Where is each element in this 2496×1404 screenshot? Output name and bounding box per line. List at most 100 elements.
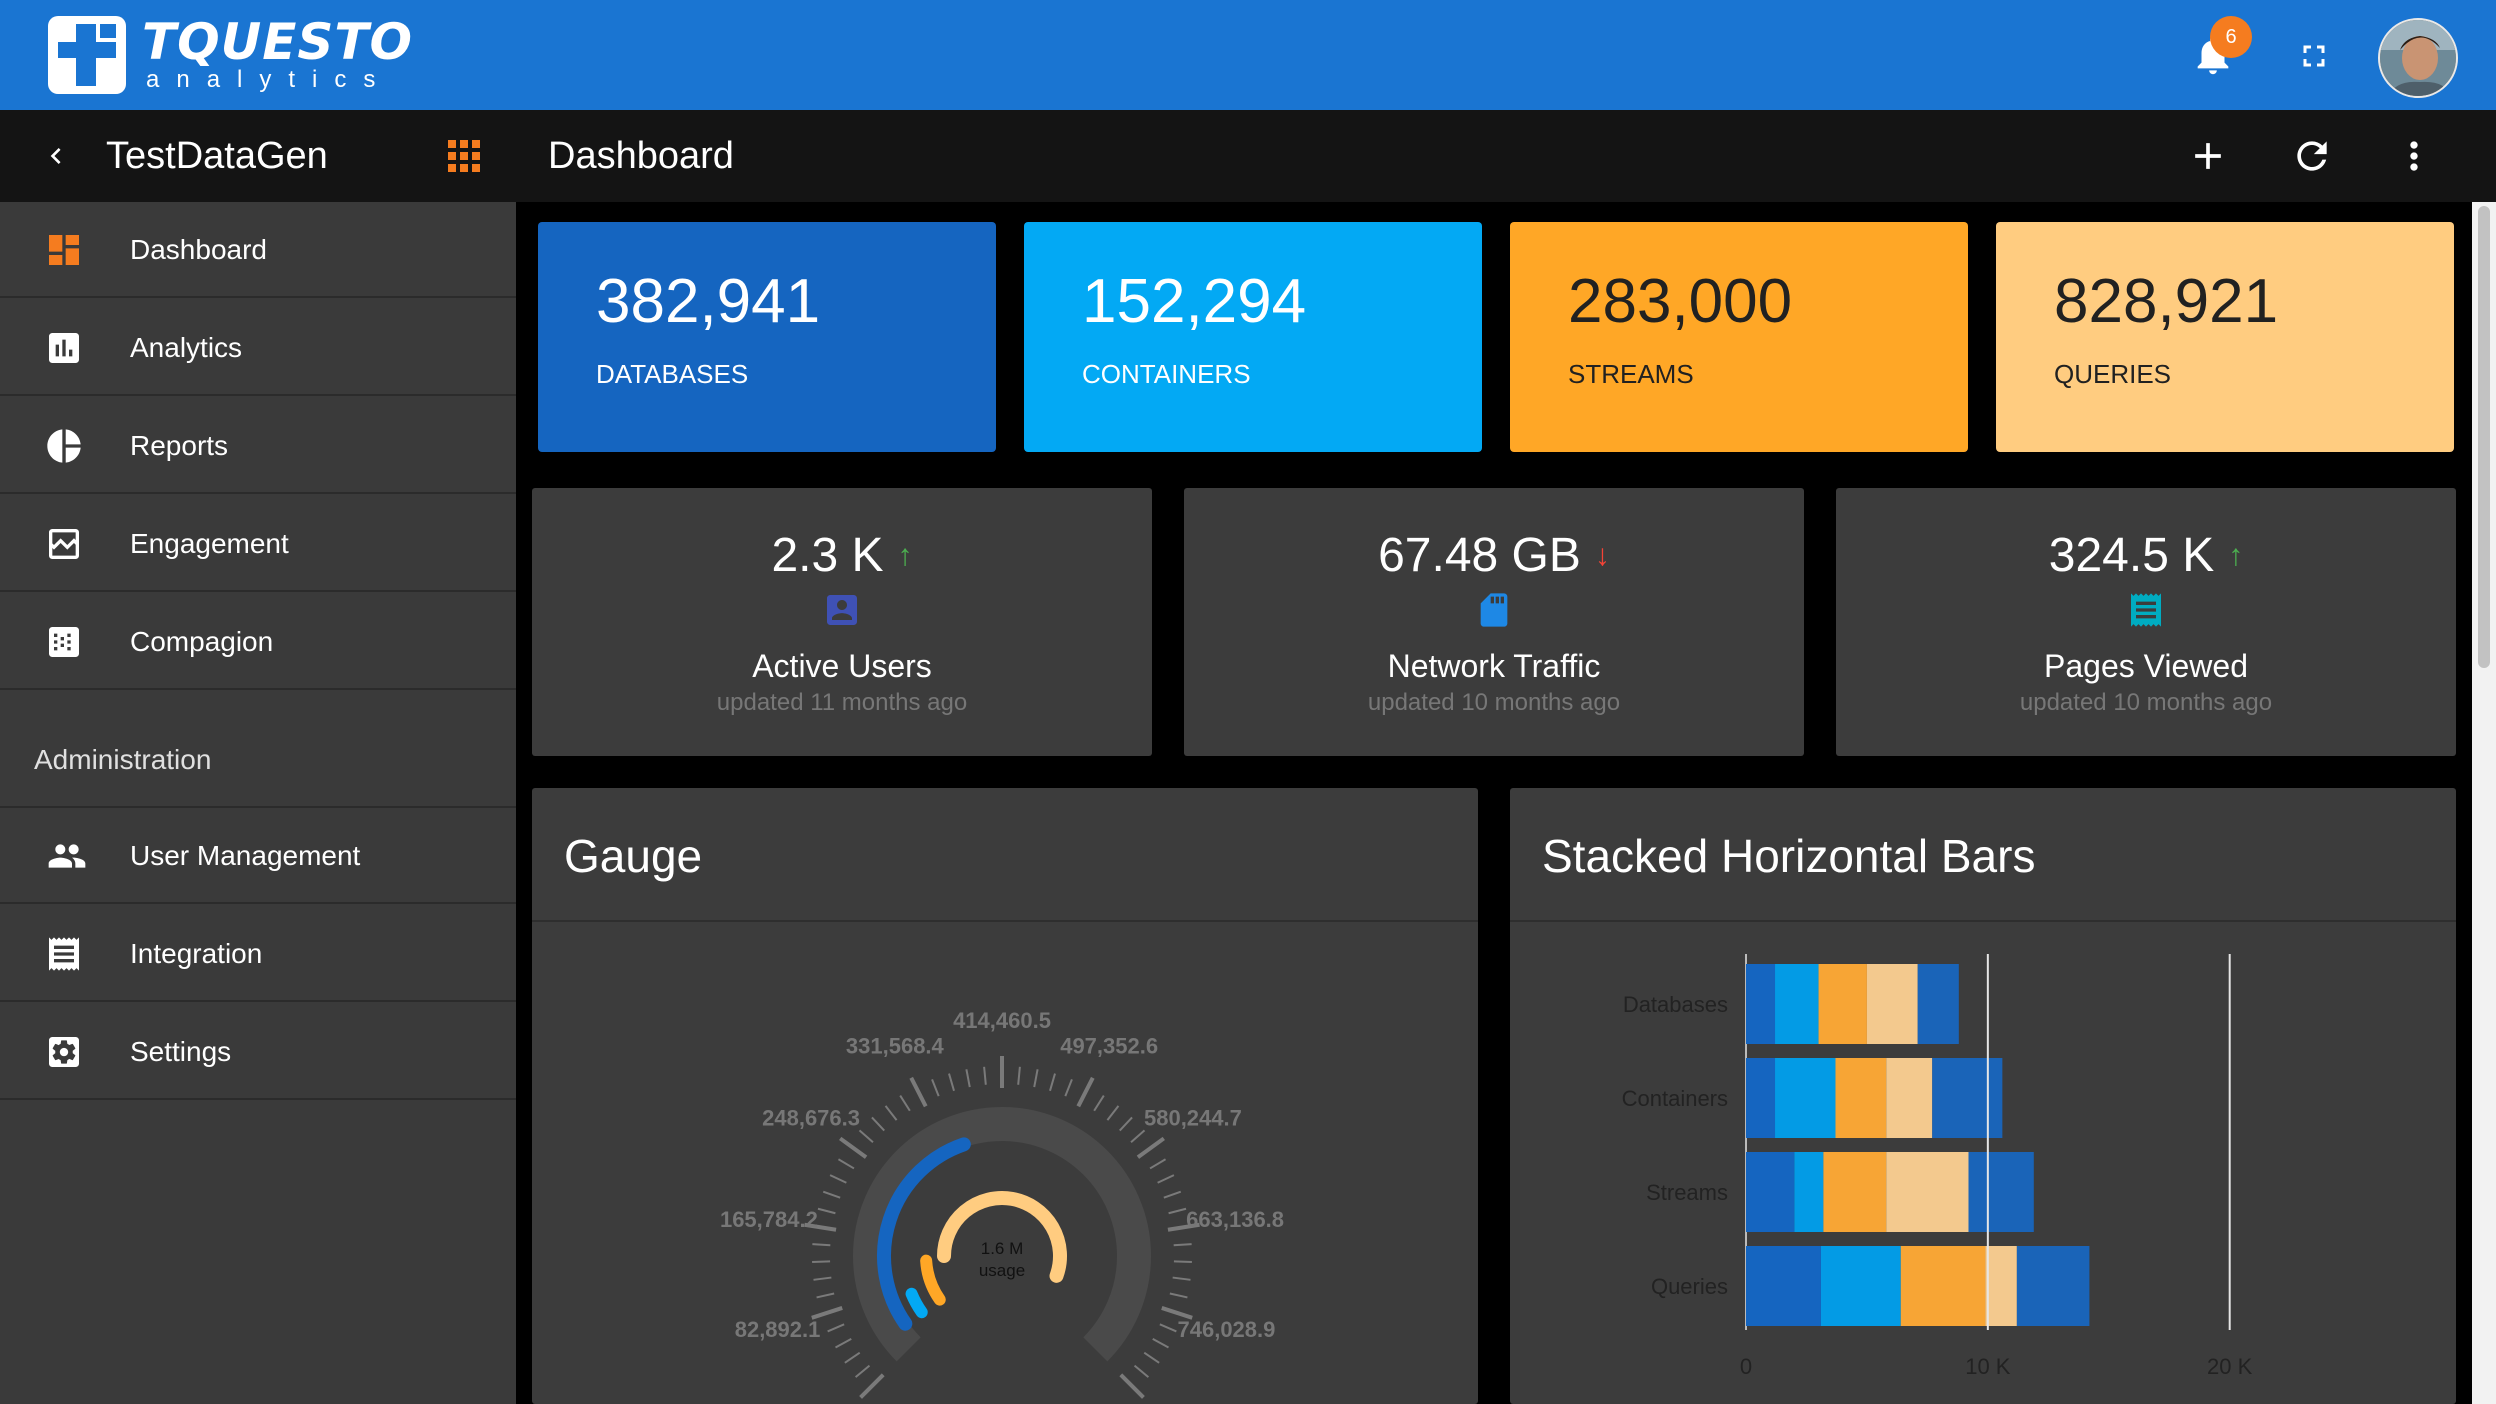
bar-segment[interactable] [1746,1058,1776,1138]
account-box-icon [827,595,857,625]
vertical-scrollbar[interactable] [2472,202,2496,1404]
bar-segment[interactable] [1917,964,1959,1044]
checkerboard-icon [49,627,79,657]
bar-segment[interactable] [1746,1246,1821,1326]
kpi-title: Pages Viewed [2044,648,2248,684]
category-label: Streams [1646,1180,1728,1205]
sidebar-section-administration: Administration [34,744,212,775]
bar-segment[interactable] [1746,1152,1795,1232]
page-toolbar: Dashboard [516,110,2496,202]
gauge-tick [829,1174,847,1184]
bar-segment[interactable] [1900,1246,1986,1326]
arrow-up-icon: ↑ [2228,539,2244,572]
stat-card-containers[interactable]: 152,294 CONTAINERS [1024,222,1482,452]
kpi-card-pages-viewed[interactable]: 324.5 K ↑ Pages Viewed updated 10 months … [1836,488,2456,756]
bar-segment[interactable] [1968,1152,2034,1232]
kpi-title: Network Traffic [1387,648,1601,684]
gauge-tick-label: 414,460.5 [953,1008,1051,1033]
gauge-tick [1033,1069,1039,1088]
gauge-tick [817,1207,836,1215]
stacked-bar-chart[interactable]: Databases Containers Streams Queries 0 10 K 20… [1510,922,2456,1402]
gauge-tick [1076,1076,1095,1108]
stat-card-streams[interactable]: 283,000 STREAMS [1510,222,1968,452]
bar-segment[interactable] [1794,1152,1824,1232]
x-tick-label: 0 [1740,1354,1752,1379]
gauge-tick [1133,1364,1150,1378]
sidebar-item-label: User Management [130,840,361,871]
gauge-tick [839,1136,868,1159]
bar-segment[interactable] [1823,1152,1887,1232]
fullscreen-icon[interactable] [2296,38,2332,74]
brand-logo[interactable]: TQUESTO analytics [48,16,413,94]
sidebar-item-settings[interactable]: Settings [0,1004,516,1100]
stat-card-databases[interactable]: 382,941 DATABASES [538,222,996,452]
plus-icon[interactable] [2186,134,2230,178]
gauge-tick [1093,1095,1105,1112]
gauge-chart[interactable]: 082,892.1165,784.2248,676.3331,568.4414,… [532,922,1478,1402]
gauge-tick-label: 165,784.2 [720,1207,818,1232]
gauge-arc-streams[interactable] [920,1254,946,1306]
logo-mark-icon [48,16,126,94]
category-label: Queries [1651,1274,1728,1299]
gauge-tick [1163,1190,1182,1199]
gauge-tick [948,1073,955,1092]
stat-label: STREAMS [1568,359,1694,389]
bar-segment[interactable] [1820,1246,1901,1326]
gauge-arc-containers[interactable] [905,1287,928,1319]
bar-segment[interactable] [1985,1246,2017,1326]
gauge-tick [909,1076,928,1108]
gauge-tick-label: 746,028.9 [1178,1317,1276,1342]
apps-grid-icon[interactable] [446,138,482,174]
bar-segment[interactable] [2016,1246,2090,1326]
gauge-tick [1172,1276,1191,1281]
gauge-tick [812,1260,831,1263]
gauge-tick-label: 82,892.1 [735,1317,821,1342]
more-vertical-icon[interactable] [2392,134,2436,178]
sidebar-item-integration[interactable]: Integration [0,906,516,1002]
logo-title: TQUESTO [142,13,413,71]
sidebar-item-engagement[interactable]: Engagement [0,496,516,592]
bar-segment[interactable] [1818,964,1867,1044]
gauge-tick [1136,1136,1165,1159]
kpi-value: 324.5 K [2048,529,2215,582]
bar-segment[interactable] [1886,1058,1933,1138]
notification-badge[interactable]: 6 [2210,16,2252,58]
stat-card-queries[interactable]: 828,921 QUERIES [1996,222,2454,452]
gauge-tick [1173,1243,1192,1247]
user-avatar[interactable] [2378,18,2458,98]
scrollbar-thumb[interactable] [2478,206,2490,668]
arrow-up-icon: ↑ [897,539,913,572]
sidebar-item-user-management[interactable]: User Management [0,808,516,904]
sidebar-item-compagion[interactable]: Compagion [0,594,516,690]
stat-label: DATABASES [596,359,749,389]
bar-segment[interactable] [1775,1058,1836,1138]
sidebar-item-dashboard[interactable]: Dashboard [0,202,516,298]
bar-segment[interactable] [1746,964,1776,1044]
sidebar-item-analytics[interactable]: Analytics [0,300,516,396]
bar-segment[interactable] [1932,1058,2003,1138]
bar-segment[interactable] [1835,1058,1887,1138]
stat-label: CONTAINERS [1082,359,1251,389]
pie-chart-icon [47,429,81,463]
bar-segment[interactable] [1886,1152,1969,1232]
stat-value: 828,921 [2054,267,2279,336]
gauge-tick [1152,1337,1169,1349]
gauge-tick-label: 497,352.6 [1060,1034,1158,1059]
refresh-icon[interactable] [2290,134,2334,178]
bar-segment[interactable] [1775,964,1819,1044]
kpi-card-network-traffic[interactable]: 67.48 GB ↓ Network Traffic updated 10 mon… [1184,488,1804,756]
sidebar-item-label: Integration [130,938,263,969]
stat-label: QUERIES [2054,359,2172,389]
kpi-title: Active Users [752,648,932,684]
gauge-tick [837,1158,855,1170]
bar-segment[interactable] [1866,964,1918,1044]
gauge-tick [813,1276,832,1281]
gauge-tick [1130,1129,1146,1144]
kpi-updated: updated 11 months ago [716,689,968,716]
gauge-tick [1173,1260,1192,1263]
gauge-tick [854,1364,871,1378]
kpi-card-active-users[interactable]: 2.3 K ↑ Active Users updated 11 months ag… [532,488,1152,756]
chevron-left-icon[interactable] [40,140,72,172]
gauge-track [853,1107,1151,1362]
sidebar-item-reports[interactable]: Reports [0,398,516,494]
